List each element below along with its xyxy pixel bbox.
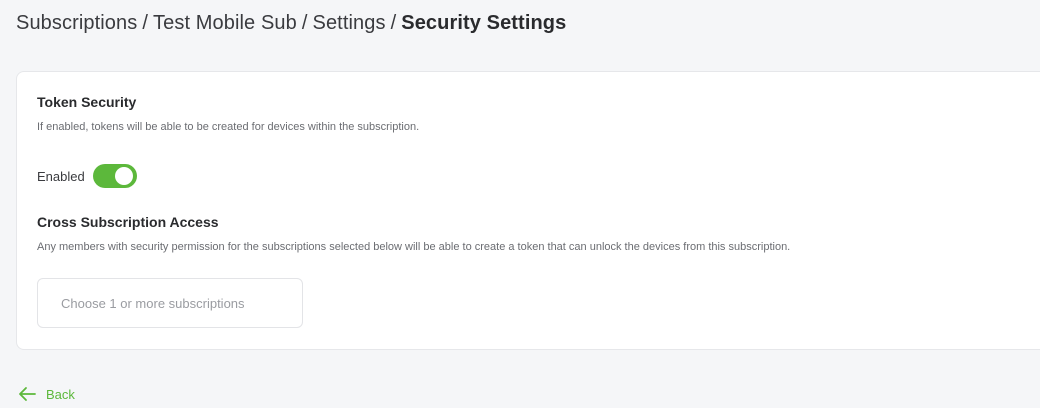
toggle-label: Enabled: [37, 168, 85, 184]
subscriptions-select[interactable]: Choose 1 or more subscriptions: [37, 278, 303, 328]
token-security-title: Token Security: [37, 94, 137, 110]
page-title: Security Settings: [401, 12, 567, 34]
subscriptions-select-placeholder: Choose 1 or more subscriptions: [61, 295, 245, 311]
back-label: Back: [46, 386, 75, 402]
arrow-left-icon: [19, 387, 36, 401]
toggle-knob: [114, 167, 133, 185]
token-security-toggle-row: Enabled: [37, 164, 137, 188]
breadcrumb-separator: /: [301, 12, 308, 34]
token-security-toggle[interactable]: [92, 164, 137, 188]
breadcrumb-item-subscription[interactable]: Test Mobile Sub: [153, 12, 297, 34]
breadcrumb-separator: /: [142, 12, 149, 34]
security-settings-card: Token Security If enabled, tokens will b…: [16, 71, 1040, 350]
breadcrumb-separator: /: [390, 12, 397, 34]
token-security-description: If enabled, tokens will be able to be cr…: [37, 121, 420, 133]
breadcrumb: Subscriptions / Test Mobile Sub / Settings / S…: [16, 12, 566, 35]
cross-subscription-description: Any members with security permission for…: [37, 241, 791, 253]
breadcrumb-item-settings[interactable]: Settings: [313, 12, 386, 34]
breadcrumb-item-subscriptions[interactable]: Subscriptions: [16, 12, 137, 34]
cross-subscription-title: Cross Subscription Access: [37, 214, 219, 230]
back-button[interactable]: Back: [18, 386, 75, 402]
